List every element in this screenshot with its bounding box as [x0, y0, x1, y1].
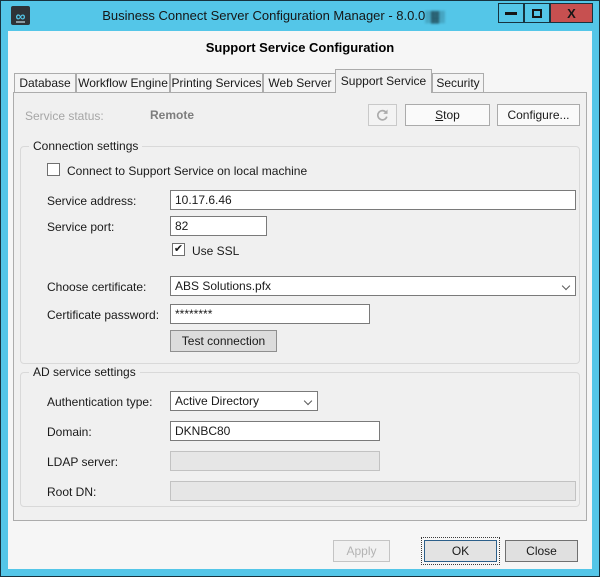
app-icon: ∞ — [11, 6, 30, 25]
close-button[interactable]: Close — [505, 540, 578, 562]
certificate-password-input[interactable] — [170, 304, 370, 324]
configuration-manager-window: ∞ Business Connect Server Configuration … — [0, 0, 600, 577]
tab-security[interactable]: Security — [432, 73, 484, 93]
refresh-button[interactable] — [368, 104, 397, 126]
tab-database[interactable]: Database — [14, 73, 76, 93]
close-window-button[interactable]: X — [550, 3, 593, 23]
certificate-dropdown[interactable]: ABS Solutions.pfx — [170, 276, 576, 296]
chevron-down-icon — [303, 396, 313, 406]
service-port-label: Service port: — [47, 220, 115, 234]
configure-button[interactable]: Configure... — [497, 104, 580, 126]
connect-local-label: Connect to Support Service on local mach… — [67, 164, 308, 178]
close-icon: X — [567, 5, 576, 21]
tab-support-service[interactable]: Support Service — [335, 69, 432, 93]
use-ssl-checkbox[interactable]: ✔ — [172, 243, 185, 256]
tab-printing-services[interactable]: Printing Services — [170, 73, 263, 93]
ldap-server-input — [170, 451, 380, 471]
service-port-input[interactable] — [170, 216, 267, 236]
root-dn-input — [170, 481, 576, 501]
tab-workflow-engine[interactable]: Workflow Engine — [76, 73, 170, 93]
domain-label: Domain: — [47, 425, 92, 439]
domain-input[interactable] — [170, 421, 380, 441]
ldap-server-label: LDAP server: — [47, 455, 119, 469]
checkmark-icon: ✔ — [173, 242, 184, 255]
ok-button[interactable]: OK — [421, 537, 500, 565]
authentication-type-dropdown[interactable]: Active Directory — [170, 391, 318, 411]
refresh-icon — [377, 109, 388, 121]
connection-settings-group: Connection settings — [20, 139, 580, 364]
choose-certificate-label: Choose certificate: — [47, 280, 147, 294]
window-title: Business Connect Server Configuration Ma… — [102, 8, 445, 23]
apply-button: Apply — [333, 540, 390, 562]
service-status-label: Service status: — [25, 109, 104, 123]
chevron-down-icon — [561, 281, 571, 291]
title-bar: ∞ Business Connect Server Configuration … — [1, 1, 599, 31]
page-title: Support Service Configuration — [205, 40, 395, 55]
maximize-button[interactable] — [524, 3, 550, 23]
use-ssl-label: Use SSL — [192, 244, 240, 258]
minimize-icon — [505, 11, 517, 15]
service-address-label: Service address: — [47, 194, 137, 208]
service-address-input[interactable] — [170, 190, 576, 210]
connection-settings-legend: Connection settings — [29, 139, 143, 153]
service-status-value: Remote — [150, 108, 195, 122]
stop-button[interactable]: Stop — [405, 104, 490, 126]
root-dn-label: Root DN: — [47, 485, 97, 499]
authentication-type-label: Authentication type: — [47, 395, 153, 409]
certificate-selected-value: ABS Solutions.pfx — [175, 279, 272, 293]
authentication-type-value: Active Directory — [175, 394, 260, 408]
minimize-button[interactable] — [498, 3, 524, 23]
ad-service-settings-legend: AD service settings — [29, 365, 140, 379]
test-connection-button[interactable]: Test connection — [170, 330, 277, 352]
maximize-icon — [532, 8, 542, 18]
certificate-password-label: Certificate password: — [47, 308, 160, 322]
connect-local-checkbox[interactable] — [47, 163, 60, 176]
tab-web-server[interactable]: Web Server — [263, 73, 337, 93]
redacted-version: ▒▓▒ — [425, 11, 445, 23]
